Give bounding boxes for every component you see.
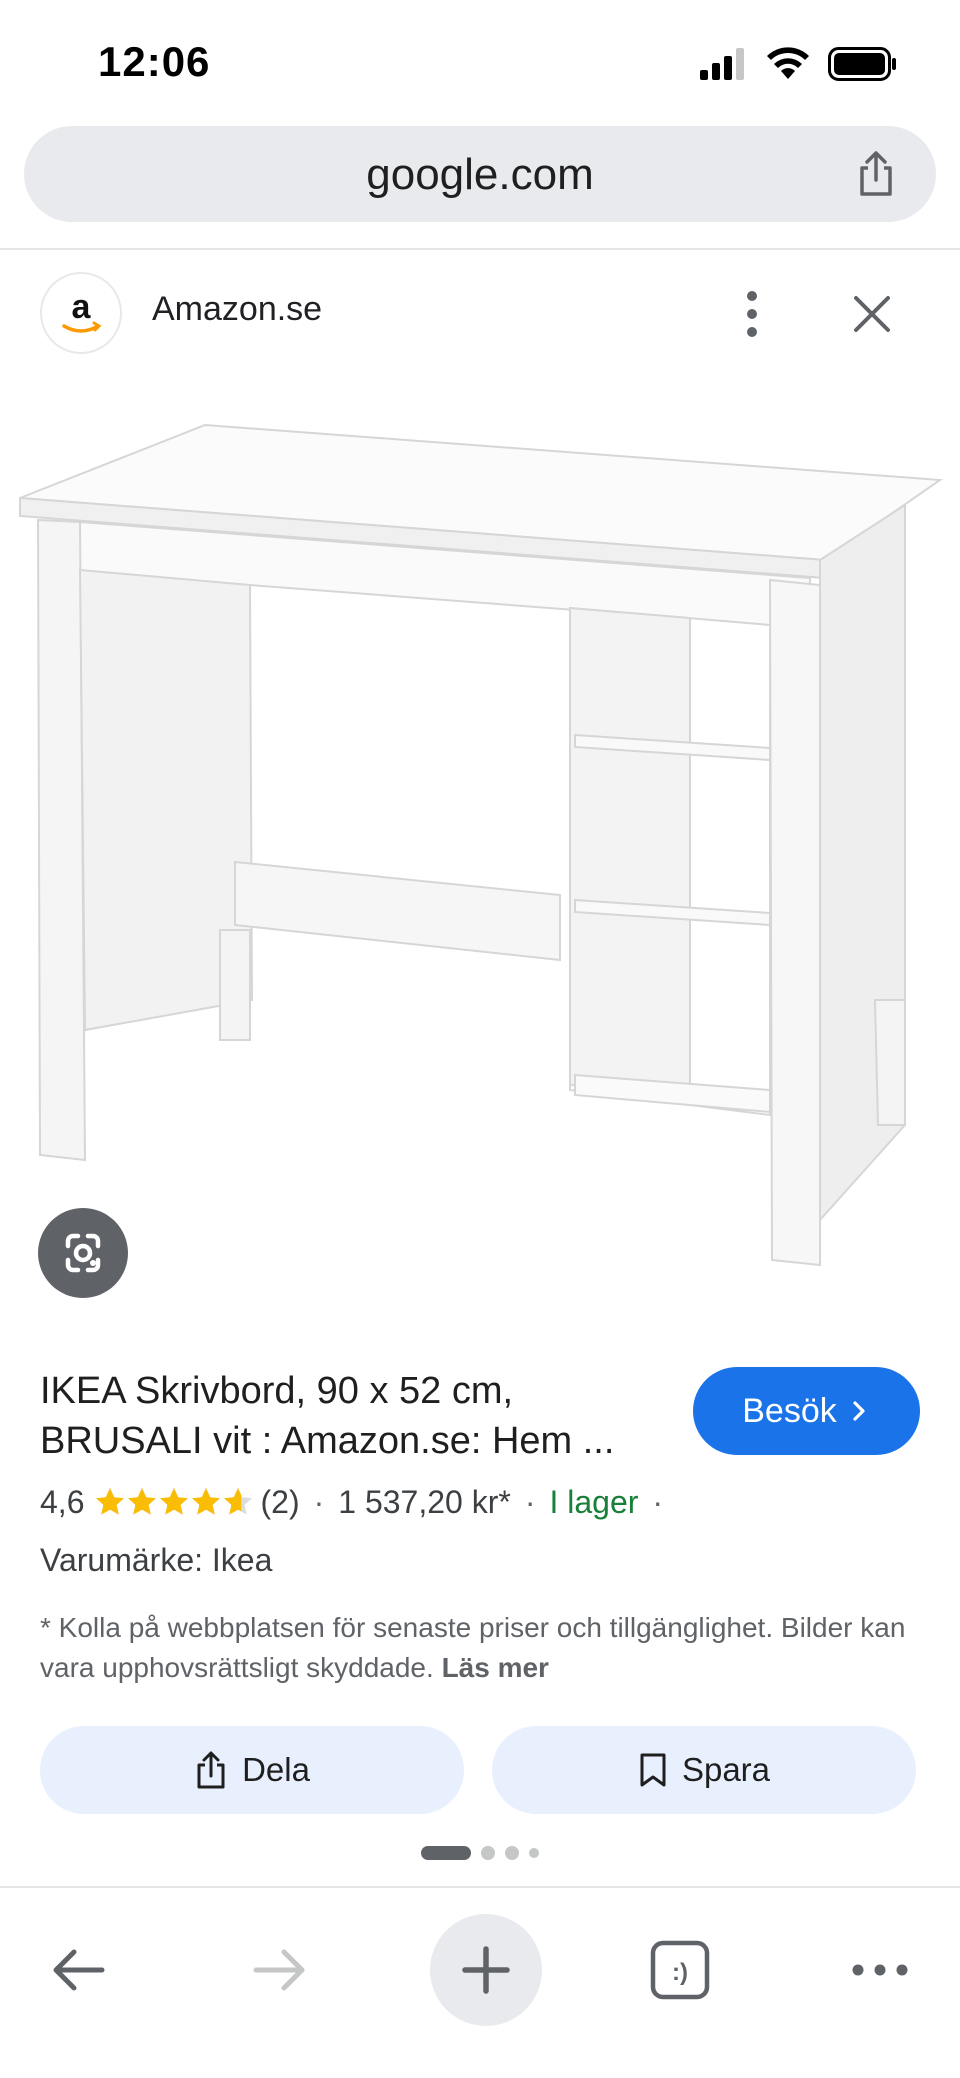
bookmark-icon xyxy=(640,1753,666,1787)
more-horiz-icon xyxy=(852,1964,908,1976)
share-icon[interactable] xyxy=(850,148,902,200)
read-more-link[interactable]: Läs mer xyxy=(442,1652,549,1683)
visit-button-label: Besök xyxy=(742,1391,837,1430)
back-button[interactable] xyxy=(28,1920,128,2020)
save-button[interactable]: Spara xyxy=(492,1726,916,1814)
carousel-indicator xyxy=(0,1846,960,1860)
cellular-signal-icon xyxy=(700,48,744,80)
star-icon xyxy=(192,1488,221,1515)
svg-text::): :) xyxy=(672,1959,688,1986)
disclaimer: * Kolla på webbplatsen för senaste prise… xyxy=(40,1608,920,1688)
carousel-dot-active xyxy=(421,1846,471,1860)
close-icon[interactable] xyxy=(846,288,898,340)
status-bar: 12:06 xyxy=(0,0,960,120)
star-icon xyxy=(96,1488,125,1515)
divider xyxy=(0,248,960,250)
google-lens-button[interactable] xyxy=(38,1208,128,1298)
carousel-dot xyxy=(529,1848,539,1858)
bottom-toolbar: :) xyxy=(0,1888,960,2078)
amazon-logo: a xyxy=(40,272,122,354)
status-time: 12:06 xyxy=(98,38,211,85)
url-bar[interactable]: google.com xyxy=(24,126,936,222)
url-text[interactable]: google.com xyxy=(24,150,936,200)
battery-icon xyxy=(828,47,896,81)
share-button[interactable]: Dela xyxy=(40,1726,464,1814)
status-icons xyxy=(700,44,898,84)
star-icon xyxy=(224,1488,253,1515)
price: 1 537,20 kr* xyxy=(338,1483,511,1520)
separator-dot: · xyxy=(652,1483,664,1520)
review-count: (2) xyxy=(260,1483,300,1520)
menu-button[interactable] xyxy=(830,1920,930,2020)
forward-button[interactable] xyxy=(230,1920,330,2020)
star-icon xyxy=(160,1488,189,1515)
rating-stars xyxy=(94,1486,254,1518)
separator-dot: · xyxy=(313,1483,325,1520)
stock-status: I lager xyxy=(549,1483,639,1520)
separator-dot: · xyxy=(524,1483,536,1520)
new-tab-button[interactable] xyxy=(430,1914,542,2026)
more-vert-icon[interactable] xyxy=(732,284,772,344)
share-icon xyxy=(197,1751,225,1789)
chevron-right-icon xyxy=(853,1401,865,1421)
save-button-label: Spara xyxy=(681,1751,771,1788)
back-arrow-icon xyxy=(53,1949,105,1991)
share-button-label: Dela xyxy=(242,1751,310,1788)
tab-switcher-button[interactable]: :) xyxy=(630,1920,730,2020)
product-title[interactable]: IKEA Skrivbord, 90 x 52 cm, BRUSALI vit … xyxy=(40,1366,660,1466)
source-name[interactable]: Amazon.se xyxy=(152,290,322,329)
tab-switcher-icon: :) xyxy=(650,1940,710,2000)
svg-text:a: a xyxy=(72,288,92,326)
product-image[interactable] xyxy=(0,370,960,1290)
rating-value: 4,6 xyxy=(40,1483,85,1520)
google-lens-icon xyxy=(65,1233,101,1273)
product-meta-row: 4,6 (2) · 1 537,20 kr* · I lager · xyxy=(40,1480,677,1524)
carousel-dot xyxy=(505,1846,519,1860)
brand-label: Varumärke: Ikea xyxy=(40,1542,273,1578)
plus-icon xyxy=(462,1946,510,1994)
carousel-dot xyxy=(481,1846,495,1860)
star-icon xyxy=(128,1488,157,1515)
visit-button[interactable]: Besök xyxy=(693,1367,920,1455)
wifi-icon xyxy=(767,47,809,79)
forward-arrow-icon xyxy=(253,1949,305,1991)
